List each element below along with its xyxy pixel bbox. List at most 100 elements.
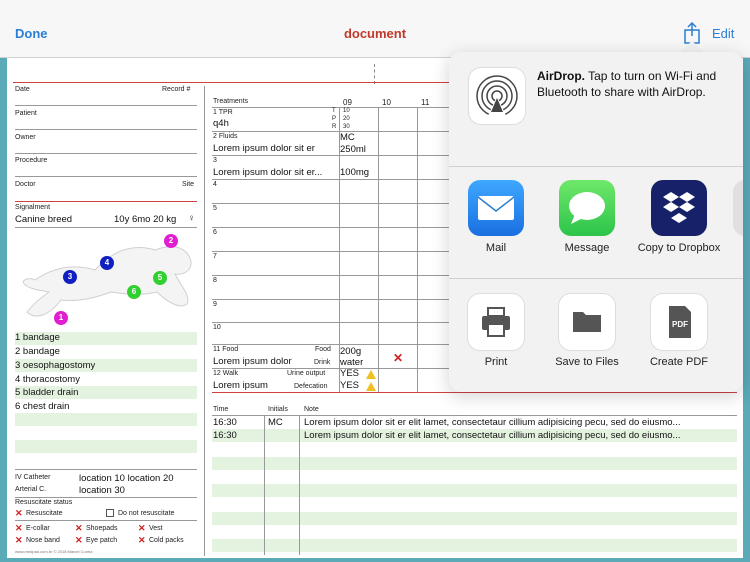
flag-label: Vest (149, 525, 163, 532)
coldpacks-check-icon[interactable]: ✕ (138, 536, 146, 545)
breed-value: Canine breed (15, 214, 73, 225)
doctor-label: Doctor (15, 181, 36, 188)
food-x-icon[interactable]: ✕ (393, 352, 403, 364)
tpr-value: 20 (343, 116, 350, 122)
note-time: 16:30 (213, 417, 237, 428)
app-label: Message (564, 242, 610, 254)
field-line (15, 469, 197, 470)
cell-value: 200g (340, 346, 362, 357)
grid-line (378, 107, 379, 393)
row-value: Lorem ipsum dolor sit er... (213, 167, 323, 178)
list-row-bg (15, 413, 197, 426)
cell-value: 250ml (340, 144, 366, 155)
row-tag: Urine output (287, 370, 326, 377)
list-item: 6 chest drain (15, 401, 70, 412)
date-label: Date (15, 86, 30, 93)
do-not-resuscitate-checkbox[interactable] (106, 509, 114, 517)
grid-line (212, 322, 457, 323)
warning-icon (366, 382, 376, 391)
row-number: 8 (213, 277, 217, 284)
row-label: 12 Walk (213, 370, 239, 377)
note-text: Lorem ipsum dolor sit er elit lamet, con… (304, 417, 681, 428)
marker-6[interactable]: 6 (127, 285, 141, 299)
tpr-letter: P (332, 116, 337, 122)
marker-1[interactable]: 1 (54, 311, 68, 325)
mail-share-button[interactable]: Mail (454, 180, 538, 254)
field-line (15, 520, 197, 521)
section-separator (449, 278, 743, 279)
flag-label: Shoepads (86, 525, 118, 532)
cell-value: MC (340, 132, 355, 143)
row-number: 4 (213, 181, 217, 188)
message-share-button[interactable]: Message (545, 180, 629, 254)
tpr-value: 30 (343, 124, 350, 130)
print-action-button[interactable]: Print (454, 294, 538, 368)
more-apps-peek[interactable] (733, 180, 743, 236)
initials-header: Initials (268, 406, 288, 413)
tpr-letter: T (332, 108, 336, 114)
iv-value: location 10 location 20 (79, 473, 174, 484)
note-initials: MC (268, 417, 283, 428)
grid-line (212, 299, 457, 300)
marker-4[interactable]: 4 (100, 256, 114, 270)
folder-icon (559, 294, 615, 350)
marker-3[interactable]: 3 (63, 270, 77, 284)
action-label: Print (484, 356, 508, 368)
save-to-files-button[interactable]: Save to Files (545, 294, 629, 368)
procedure-label: Procedure (15, 157, 48, 164)
iv-label: IV Catheter (15, 474, 51, 481)
do-not-resuscitate-label: Do not resuscitate (118, 510, 175, 517)
row-tag: Drink (314, 359, 331, 366)
grid-line (212, 131, 457, 132)
row-number: 9 (213, 301, 217, 308)
grid-line (212, 251, 457, 252)
flag-label: Nose band (26, 537, 60, 544)
row-value: Lorem ipsum dolor (213, 356, 292, 367)
row-value: Lorem ipsum (213, 380, 268, 391)
note-text: Lorem ipsum dolor sit er elit lamet, con… (304, 430, 681, 441)
grid-line (264, 415, 265, 555)
resuscitate-label: Resuscitate (26, 510, 63, 517)
patient-label: Patient (15, 110, 37, 117)
pdf-icon: PDF (651, 294, 707, 350)
tpr-letter: R (332, 124, 337, 130)
ecollar-check-icon[interactable]: ✕ (15, 524, 23, 533)
resuscitate-check-icon[interactable]: ✕ (15, 509, 23, 518)
mail-icon (468, 180, 524, 236)
resus-status-label: Resuscitate status (15, 499, 73, 506)
cell-value: water (340, 357, 364, 368)
table-row-bg (212, 484, 737, 497)
list-row-bg (15, 440, 197, 453)
grid-line (212, 368, 457, 369)
row-number: 7 (213, 253, 217, 260)
edit-button[interactable]: Edit (712, 26, 734, 41)
dropbox-share-button[interactable]: Copy to Dropbox (637, 180, 721, 254)
marker-5[interactable]: 5 (153, 271, 167, 285)
grid-line (212, 179, 457, 180)
list-item: 4 thoracostomy (15, 374, 80, 385)
row-tag: Food (315, 346, 331, 353)
eyepatch-check-icon[interactable]: ✕ (75, 536, 83, 545)
field-line (15, 176, 197, 177)
action-label: Save to Files (555, 356, 619, 368)
airdrop-icon[interactable] (469, 68, 525, 124)
shoepads-check-icon[interactable]: ✕ (75, 524, 83, 533)
vest-check-icon[interactable]: ✕ (138, 524, 146, 533)
grid-line (212, 275, 457, 276)
row-number: 10 (213, 324, 221, 331)
warning-icon (366, 370, 376, 379)
create-pdf-button[interactable]: PDF Create PDF (637, 294, 721, 368)
pdf-badge: PDF (672, 320, 688, 329)
flag-label: Eye patch (86, 537, 118, 544)
note-time: 16:30 (213, 430, 237, 441)
noseband-check-icon[interactable]: ✕ (15, 536, 23, 545)
printer-icon (468, 294, 524, 350)
marker-2[interactable]: 2 (164, 234, 178, 248)
field-line (15, 227, 197, 228)
flag-label: E-collar (26, 525, 50, 532)
age-weight-value: 10y 6mo 20 kg (114, 214, 177, 225)
grid-line (212, 203, 457, 204)
row-label: 1 TPR (213, 109, 233, 116)
done-button[interactable]: Done (15, 26, 48, 41)
section-divider (15, 201, 197, 202)
